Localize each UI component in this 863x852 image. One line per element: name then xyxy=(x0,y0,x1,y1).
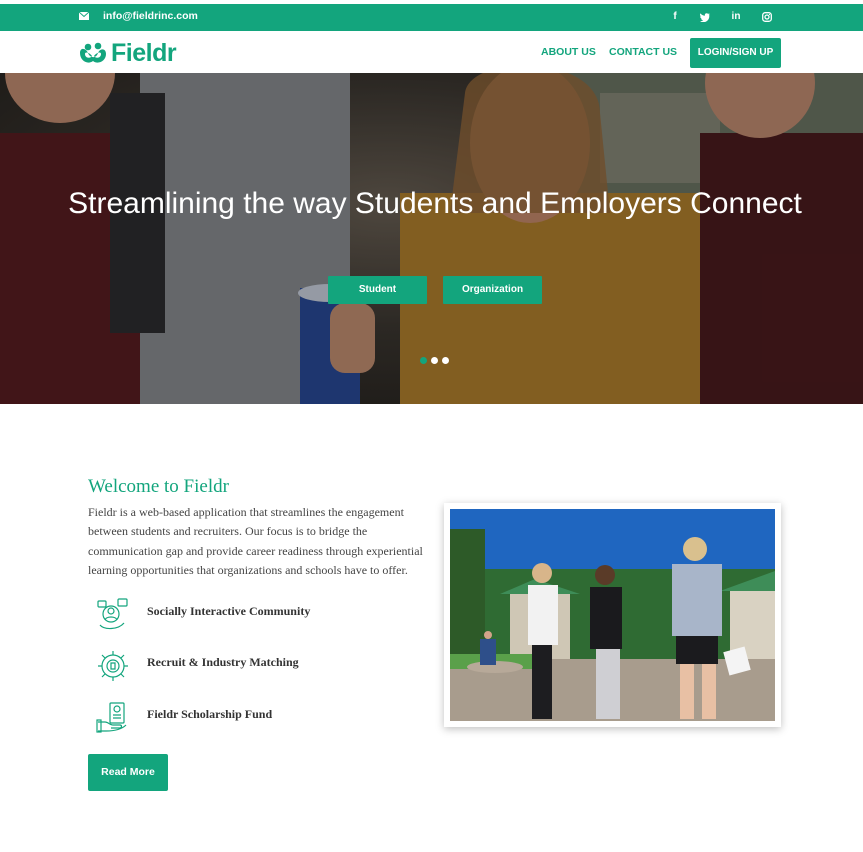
carousel-dot-3[interactable] xyxy=(442,357,449,364)
welcome-heading: Welcome to Fieldr xyxy=(88,476,229,497)
main-navbar: Fieldr ABOUT US CONTACT US LOGIN/SIGN UP xyxy=(0,31,863,73)
feature-label-scholarship: Fieldr Scholarship Fund xyxy=(147,707,273,721)
fieldr-logo[interactable]: Fieldr xyxy=(79,39,177,67)
campus-photo-frame xyxy=(444,503,781,727)
nav-about-us[interactable]: ABOUT US xyxy=(541,46,596,58)
instagram-icon[interactable] xyxy=(758,8,776,26)
envelope-icon xyxy=(79,12,89,20)
logo-text: Fieldr xyxy=(111,39,177,67)
hero-dark-overlay xyxy=(0,73,863,404)
logo-mark-icon xyxy=(80,42,106,63)
students-walking-photo xyxy=(450,509,775,721)
feature-label-matching: Recruit & Industry Matching xyxy=(147,655,299,669)
top-contact-bar: info@fieldrinc.com f in xyxy=(0,4,863,31)
read-more-button[interactable]: Read More xyxy=(88,754,168,791)
carousel-dot-2[interactable] xyxy=(431,357,438,364)
hero-carousel: Streamlining the way Students and Employ… xyxy=(0,73,863,404)
linkedin-icon[interactable]: in xyxy=(727,8,745,26)
student-button[interactable]: Student xyxy=(328,276,427,304)
twitter-icon[interactable] xyxy=(696,8,714,26)
facebook-icon[interactable]: f xyxy=(666,8,684,26)
organization-button[interactable]: Organization xyxy=(443,276,542,304)
hero-headline: Streamlining the way Students and Employ… xyxy=(68,187,802,220)
login-signup-button[interactable]: LOGIN/SIGN UP xyxy=(690,38,781,68)
gear-matching-icon xyxy=(98,651,128,681)
feature-label-community: Socially Interactive Community xyxy=(147,604,311,618)
scholarship-icon xyxy=(96,702,127,733)
community-icon xyxy=(97,598,128,630)
carousel-dot-1[interactable] xyxy=(420,357,427,364)
nav-contact-us[interactable]: CONTACT US xyxy=(609,46,677,58)
contact-email[interactable]: info@fieldrinc.com xyxy=(103,10,198,22)
welcome-description: Fieldr is a web-based application that s… xyxy=(88,505,423,577)
